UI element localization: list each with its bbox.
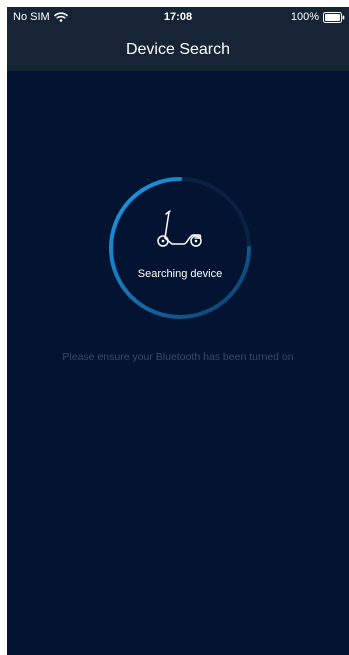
search-progress-ring: Searching device: [107, 175, 253, 321]
scooter-icon: [157, 210, 202, 247]
battery-icon: [323, 11, 345, 23]
app-screen: No SIM 17:08 100% Device Search Searchin…: [7, 7, 349, 655]
battery-group: 100%: [291, 11, 345, 23]
battery-percent: 100%: [290, 11, 319, 23]
status-bar: No SIM 17:08 100%: [7, 7, 349, 29]
bluetooth-hint: Please ensure your Bluetooth has been tu…: [62, 351, 294, 363]
searching-label: Searching device: [137, 268, 223, 280]
page-title: Device Search: [125, 41, 231, 58]
nav-bar: Device Search: [7, 29, 349, 71]
